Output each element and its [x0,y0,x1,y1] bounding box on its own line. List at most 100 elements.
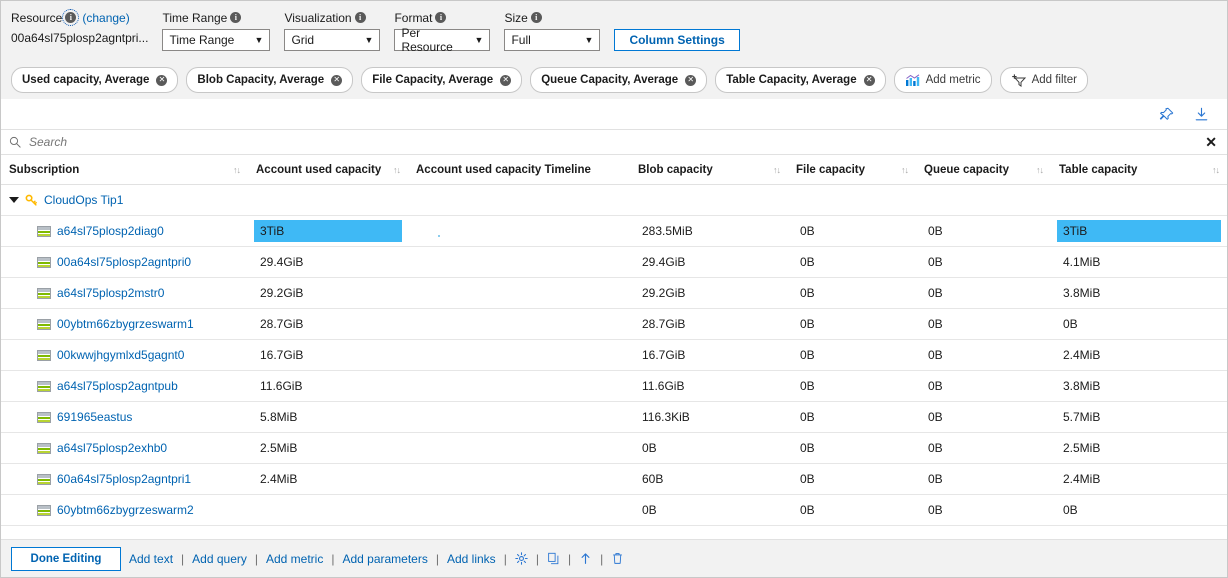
sort-icon[interactable]: ↑↓ [1212,165,1220,175]
format-select[interactable]: Per Resource ▼ [394,26,491,54]
delete-icon[interactable] [611,552,624,565]
gear-icon[interactable] [515,552,528,565]
sort-icon[interactable]: ↑↓ [393,165,401,175]
table-row[interactable]: 00ybtm66zbygrzeswarm1 28.7GiB 28.7GiB 0B 0B 0… [1,308,1227,340]
cell-queue-capacity: 0B [916,277,1051,309]
cell-resource-name: a64sl75plosp2mstr0 [1,277,248,309]
copy-icon[interactable] [547,552,560,565]
clear-search-icon[interactable]: ✕ [1205,134,1217,151]
expand-collapse-icon[interactable] [9,197,19,203]
cell-account-used-capacity-timeline [408,339,630,371]
chevron-down-icon: ▼ [254,35,264,45]
cell-blob-capacity: 16.7GiB [630,339,788,371]
column-header-blob-capacity[interactable]: Blob capacity ↑↓ [630,155,788,185]
blob-capacity-value: 11.6GiB [642,379,685,393]
close-icon[interactable]: ✕ [331,74,343,86]
cell-table-capacity: 3.8MiB [1051,277,1227,309]
table-row[interactable]: 691965eastus 5.8MiB 116.3KiB 0B 0B 5.7MiB [1,401,1227,433]
blob-capacity-value: 29.4GiB [642,255,686,269]
metric-pill-used-capacity[interactable]: Used capacity, Average ✕ [11,67,179,93]
add-filter-button[interactable]: Add filter [999,67,1088,93]
done-editing-button[interactable]: Done Editing [11,546,121,571]
blob-capacity-value: 283.5MiB [642,224,693,238]
info-icon[interactable]: i [230,12,242,23]
add-metric-button[interactable]: Add metric [893,67,992,93]
resource-link[interactable]: a64sl75plosp2diag0 [9,224,240,238]
metric-pill-file-capacity[interactable]: File Capacity, Average ✕ [361,67,523,93]
sort-icon[interactable]: ↑↓ [1036,165,1044,175]
visualization-select[interactable]: Grid ▼ [284,29,381,51]
sort-icon[interactable]: ↑↓ [901,165,909,175]
cell-account-used-capacity-timeline [408,494,630,526]
resource-change-link[interactable]: (change) [82,11,129,25]
column-header-account-used-capacity[interactable]: Account used capacity ↑↓ [248,155,408,185]
close-icon[interactable]: ✕ [863,74,875,86]
group-row-cell: CloudOps Tip1 [1,184,1227,216]
add-metric-link[interactable]: Add metric [266,552,323,566]
move-up-icon[interactable] [579,552,592,565]
group-label: CloudOps Tip1 [44,193,124,207]
column-header-queue-capacity[interactable]: Queue capacity ↑↓ [916,155,1051,185]
resource-link[interactable]: 691965eastus [9,410,240,424]
close-icon[interactable]: ✕ [500,74,512,86]
table-row[interactable]: 60ybtm66zbygrzeswarm2 0B 0B 0B 0B [1,494,1227,526]
column-settings-button[interactable]: Column Settings [614,29,740,51]
blob-capacity-value: 0B [642,503,657,517]
column-header-account-used-capacity-timeline[interactable]: Account used capacity Timeline [408,155,630,185]
table-row[interactable]: a64sl75plosp2exhb0 2.5MiB 0B 0B 0B 2.5MiB [1,432,1227,464]
metric-pill-table-capacity[interactable]: Table Capacity, Average ✕ [715,67,886,93]
info-icon[interactable]: i [62,9,80,26]
close-icon[interactable]: ✕ [156,74,168,86]
resource-link[interactable]: a64sl75plosp2mstr0 [9,286,240,300]
file-capacity-value: 0B [800,379,815,393]
download-icon[interactable] [1194,107,1209,122]
column-header-table-capacity[interactable]: Table capacity ↑↓ [1051,155,1227,185]
table-capacity-value: 2.4MiB [1063,472,1101,486]
table-row[interactable]: 60a64sl75plosp2agntpri1 2.4MiB 60B 0B 0B 2.4M… [1,463,1227,495]
add-links-link[interactable]: Add links [447,552,496,566]
resource-link[interactable]: a64sl75plosp2agntpub [9,379,240,393]
cell-resource-name: 691965eastus [1,401,248,433]
table-row[interactable]: 00kwwjhgymlxd5gagnt0 16.7GiB 16.7GiB 0B 0B 2.… [1,339,1227,371]
column-header-file-capacity[interactable]: File capacity ↑↓ [788,155,916,185]
account-used-capacity-value: 29.4GiB [260,255,304,269]
info-icon[interactable]: i [354,12,366,23]
resource-link[interactable]: 00ybtm66zbygrzeswarm1 [9,317,240,331]
file-capacity-value: 0B [800,441,815,455]
close-icon[interactable]: ✕ [685,74,697,86]
table-row[interactable]: a64sl75plosp2diag0 3TiB 283.5MiB 0B 0B 3TiB [1,215,1227,247]
column-header-subscription[interactable]: Subscription ↑↓ [1,155,248,185]
table-row[interactable]: a64sl75plosp2agntpub 11.6GiB 11.6GiB 0B 0B 3.… [1,370,1227,402]
sort-icon[interactable]: ↑↓ [773,165,781,175]
metric-pill-blob-capacity[interactable]: Blob Capacity, Average ✕ [186,67,354,93]
cell-file-capacity: 0B [788,339,916,371]
sort-icon[interactable]: ↑↓ [233,165,241,175]
size-select[interactable]: Full ▼ [504,29,601,51]
resource-link[interactable]: 60a64sl75plosp2agntpri1 [9,472,240,486]
info-icon[interactable]: i [530,12,542,23]
column-header-label: Blob capacity [638,163,713,176]
info-icon[interactable]: i [435,12,447,23]
search-input[interactable]: Search [29,135,1205,149]
file-capacity-value: 0B [800,503,815,517]
metric-pill-queue-capacity[interactable]: Queue Capacity, Average ✕ [530,67,708,93]
resource-value[interactable]: 00a64sl75plosp2agntpri... [11,31,148,45]
add-text-link[interactable]: Add text [129,552,173,566]
resource-link[interactable]: 00kwwjhgymlxd5gagnt0 [9,348,240,362]
resource-link[interactable]: a64sl75plosp2exhb0 [9,441,240,455]
table-row[interactable]: 00a64sl75plosp2agntpri0 29.4GiB 29.4GiB 0B 0… [1,246,1227,278]
cell-blob-capacity: 28.7GiB [630,308,788,340]
group-row-subscription[interactable]: CloudOps Tip1 [1,184,1227,216]
time-range-select[interactable]: Time Range ▼ [162,29,271,51]
table-row[interactable]: a64sl75plosp2mstr0 29.2GiB 29.2GiB 0B 0B 3.8M… [1,277,1227,309]
add-query-link[interactable]: Add query [192,552,247,566]
resource-link[interactable]: 60ybtm66zbygrzeswarm2 [9,503,240,517]
resource-link[interactable]: 00a64sl75plosp2agntpri0 [9,255,240,269]
cell-table-capacity: 0B [1051,494,1227,526]
cell-table-capacity: 0B [1051,308,1227,340]
pin-icon[interactable] [1159,107,1174,122]
resource-name-label: a64sl75plosp2mstr0 [57,286,165,300]
add-parameters-link[interactable]: Add parameters [342,552,427,566]
grid-search-bar[interactable]: Search ✕ [1,129,1227,155]
cell-account-used-capacity: 3TiB [248,215,408,247]
